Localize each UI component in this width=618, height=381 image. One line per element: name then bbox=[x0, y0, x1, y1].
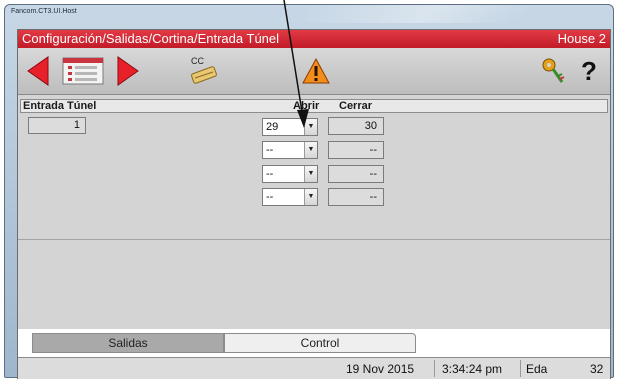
annotation-arrow bbox=[283, 0, 309, 128]
